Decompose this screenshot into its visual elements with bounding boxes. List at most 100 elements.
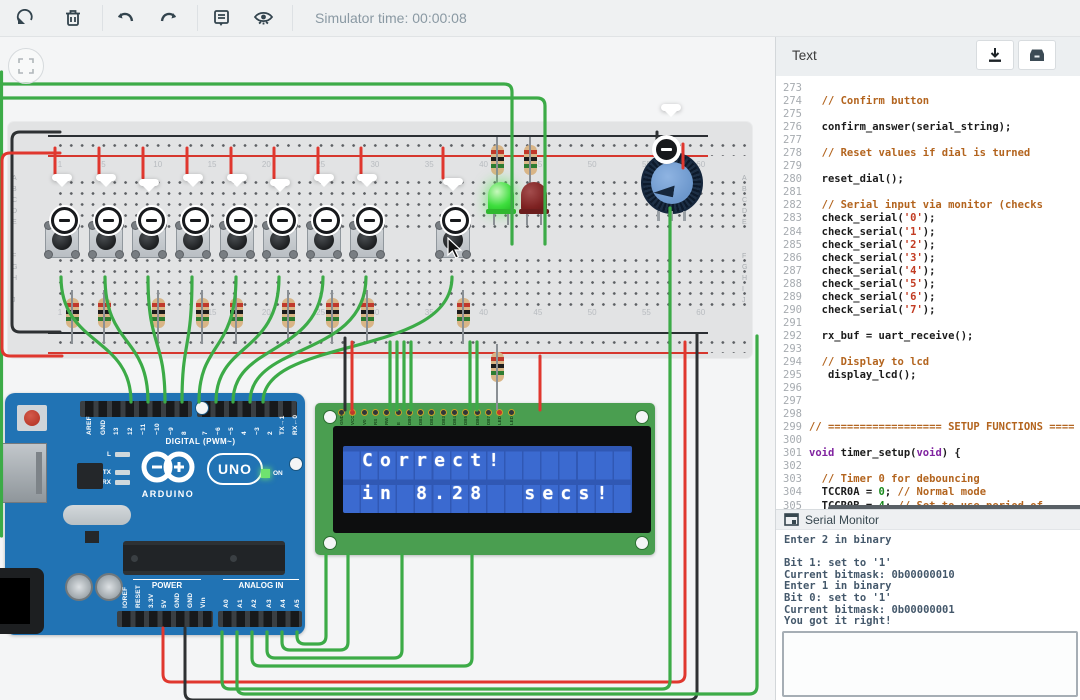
press-bit0-button[interactable] — [356, 207, 383, 234]
press-bit3-button[interactable] — [226, 207, 253, 234]
resistor-lead — [496, 137, 498, 187]
resistor-lead — [462, 290, 464, 344]
arduino-uno-board[interactable]: AREFGND1312~11~10~987~6~54~32TX→1RX←0 DI… — [5, 393, 305, 635]
delete-icon[interactable] — [56, 3, 90, 33]
code-token: ; — [885, 486, 898, 499]
lcd-pin — [508, 409, 515, 416]
code-token: check_serial( — [809, 252, 904, 265]
code-line: 291 — [776, 317, 1080, 330]
press-bit7-button[interactable] — [51, 207, 78, 234]
row-letter: G — [742, 264, 747, 271]
lcd-pin — [395, 409, 402, 416]
board-led — [115, 480, 130, 485]
mounting-hole — [635, 536, 649, 550]
digital-header[interactable] — [80, 401, 192, 417]
resistor[interactable] — [66, 298, 79, 328]
resistor[interactable] — [196, 298, 209, 328]
row-letter: B — [742, 186, 747, 193]
line-number: 297 — [776, 395, 809, 408]
code-token: check_serial( — [809, 278, 904, 291]
power-header[interactable] — [117, 611, 213, 627]
lcd-pin — [496, 409, 503, 416]
resistor[interactable] — [98, 298, 111, 328]
download-code-button[interactable] — [976, 40, 1014, 70]
resistor[interactable] — [491, 352, 504, 382]
power-jack — [0, 568, 44, 634]
resistor[interactable] — [361, 298, 374, 328]
press-bit4-button[interactable] — [182, 207, 209, 234]
serial-monitor-header[interactable]: Serial Monitor — [776, 509, 1080, 530]
code-token: '0' — [904, 212, 923, 225]
resistor[interactable] — [230, 298, 243, 328]
code-line: 277 — [776, 134, 1080, 147]
row-letter: I — [12, 286, 14, 293]
code-token: ); — [923, 304, 936, 317]
power-pin-label: 5V — [161, 599, 168, 608]
resistor-lead — [496, 344, 498, 410]
code-token: '4' — [904, 265, 923, 278]
annotation-visibility-icon[interactable] — [246, 3, 280, 33]
led-red[interactable] — [521, 182, 547, 212]
divider — [292, 5, 293, 31]
code-line: 292 rx_buf = uart_receive(); — [776, 330, 1080, 343]
line-number: 278 — [776, 147, 809, 160]
code-token: display_lcd(); — [809, 369, 916, 382]
lcd-pin-label: RW — [384, 418, 389, 425]
usb-connector — [0, 443, 47, 503]
resistor[interactable] — [491, 145, 504, 175]
uno-model-label: UNO — [207, 453, 263, 485]
serial-monitor-input[interactable] — [782, 631, 1078, 697]
press-bit6-button[interactable] — [95, 207, 122, 234]
analog-header[interactable] — [218, 611, 302, 627]
circuit-canvas[interactable]: AABBCCDDEEFFGGHHIIJJ11551010151520202525… — [0, 36, 775, 700]
reset-button[interactable] — [17, 405, 47, 431]
zoom-to-fit-button[interactable] — [8, 48, 44, 84]
redo-icon[interactable] — [151, 3, 185, 33]
column-number: 10 — [153, 160, 162, 169]
undo-icon[interactable] — [109, 3, 143, 33]
led-green[interactable] — [488, 182, 514, 212]
divider — [197, 5, 198, 31]
line-number: 281 — [776, 186, 809, 199]
resistor[interactable] — [524, 145, 537, 175]
resistor-lead — [157, 290, 159, 344]
lcd-16x2-display[interactable]: GNDVCCV0RSRWEDB0DB1DB2DB3DB4DB5DB6DB7LED… — [315, 403, 655, 555]
column-number: 50 — [588, 308, 597, 317]
code-editor[interactable]: 273274 // Confirm button275276 confirm_a… — [776, 76, 1080, 515]
press-bit2-button[interactable] — [269, 207, 296, 234]
line-number: 295 — [776, 369, 809, 382]
code-line: 279 — [776, 160, 1080, 173]
code-line: 289 check_serial('6'); — [776, 291, 1080, 304]
library-button[interactable] — [1018, 40, 1056, 70]
rotate-icon[interactable] — [8, 3, 42, 33]
code-token: '1' — [904, 226, 923, 239]
column-number: 45 — [533, 308, 542, 317]
code-token: '7' — [904, 304, 923, 317]
potentiometer-knob[interactable] — [651, 162, 693, 204]
resistor[interactable] — [282, 298, 295, 328]
code-token: ); — [923, 278, 936, 291]
code-token: ) { — [942, 447, 961, 460]
press-bit5-button[interactable] — [138, 207, 165, 234]
lcd-pin-label: V0 — [362, 419, 367, 425]
line-number: 285 — [776, 239, 809, 252]
tinkercad-simulator-window: Simulator time: 00:00:08 AABBCCDDEEFFGGH… — [0, 0, 1080, 700]
notes-icon[interactable] — [204, 3, 238, 33]
bit7-label — [52, 174, 72, 181]
code-panel: Text 273274 // Confirm button275276 conf… — [775, 0, 1080, 700]
resistor[interactable] — [326, 298, 339, 328]
resistor[interactable] — [152, 298, 165, 328]
mounting-hole — [289, 457, 303, 471]
press-reset-dial[interactable] — [654, 137, 679, 162]
code-token: '5' — [904, 278, 923, 291]
lcd-pin — [383, 409, 390, 416]
resistor[interactable] — [457, 298, 470, 328]
atmega-chip — [123, 541, 285, 575]
lcd-pin-label: E — [396, 422, 401, 425]
lcd-pin-label: GND — [339, 415, 344, 425]
lcd-pin-label: LED — [497, 416, 502, 425]
press-bit1-button[interactable] — [313, 207, 340, 234]
potentiometer[interactable] — [641, 152, 703, 214]
press-confirm-button[interactable] — [442, 207, 469, 234]
code-line: 298 — [776, 408, 1080, 421]
